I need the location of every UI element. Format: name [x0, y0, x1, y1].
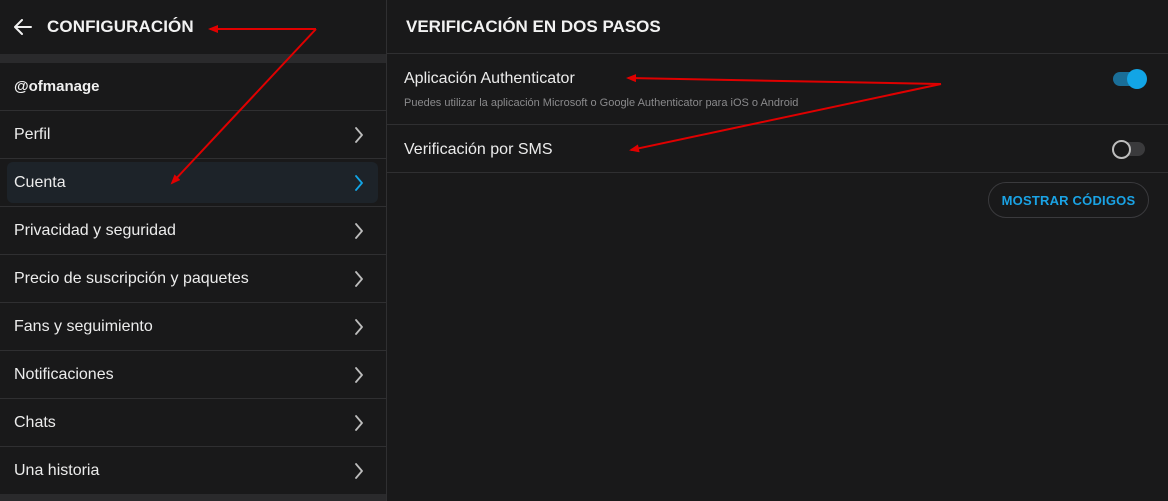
sidebar-item-privacidad[interactable]: Privacidad y seguridad	[0, 207, 386, 255]
username-label: @ofmanage	[0, 63, 386, 111]
sms-label: Verificación por SMS	[404, 141, 553, 158]
chevron-right-icon	[355, 318, 363, 335]
show-codes-button[interactable]: MOSTRAR CÓDIGOS	[988, 182, 1149, 218]
chevron-right-icon	[355, 414, 363, 431]
sidebar-item-label: Privacidad y seguridad	[14, 221, 176, 239]
sidebar-item-label: Precio de suscripción y paquetes	[14, 269, 249, 287]
page-title: CONFIGURACIÓN	[47, 17, 194, 36]
chevron-right-icon	[355, 174, 363, 191]
sidebar-item-label: Perfil	[14, 125, 51, 143]
arrow-left-icon	[14, 19, 32, 35]
chevron-right-icon	[355, 126, 363, 143]
sidebar-item-fans[interactable]: Fans y seguimiento	[0, 303, 386, 351]
toggle-knob	[1127, 69, 1147, 89]
two-step-panel: VERIFICACIÓN EN DOS PASOS Aplicación Aut…	[387, 0, 1168, 501]
divider	[0, 54, 386, 63]
section-title: VERIFICACIÓN EN DOS PASOS	[387, 0, 1168, 54]
authenticator-label: Aplicación Authenticator	[404, 70, 575, 87]
settings-app: CONFIGURACIÓN @ofmanage Perfil Cuenta Pr…	[0, 0, 1168, 501]
sms-toggle[interactable]	[1112, 139, 1145, 159]
sidebar-item-perfil[interactable]: Perfil	[0, 111, 386, 159]
sidebar-header: CONFIGURACIÓN	[0, 0, 386, 54]
sidebar-item-notificaciones[interactable]: Notificaciones	[0, 351, 386, 399]
chevron-right-icon	[355, 462, 363, 479]
back-button[interactable]	[13, 17, 33, 37]
sidebar-item-label: Chats	[14, 413, 56, 431]
chevron-right-icon	[355, 222, 363, 239]
toggle-knob	[1112, 139, 1131, 159]
authenticator-toggle[interactable]	[1113, 69, 1147, 89]
sidebar-item-historia[interactable]: Una historia	[0, 447, 386, 495]
sidebar-item-label: Cuenta	[14, 173, 66, 191]
sidebar-item-chats[interactable]: Chats	[0, 399, 386, 447]
sidebar-item-label: Notificaciones	[14, 365, 114, 383]
authenticator-row: Aplicación Authenticator Puedes utilizar…	[387, 54, 1168, 125]
chevron-right-icon	[355, 270, 363, 287]
settings-sidebar: CONFIGURACIÓN @ofmanage Perfil Cuenta Pr…	[0, 0, 387, 501]
sms-row: Verificación por SMS	[387, 125, 1168, 173]
sidebar-item-cuenta[interactable]: Cuenta	[0, 159, 386, 207]
divider	[0, 494, 386, 501]
sidebar-item-precio[interactable]: Precio de suscripción y paquetes	[0, 255, 386, 303]
authenticator-description: Puedes utilizar la aplicación Microsoft …	[404, 97, 799, 109]
sidebar-item-label: Fans y seguimiento	[14, 317, 153, 335]
sidebar-item-label: Una historia	[14, 461, 100, 479]
chevron-right-icon	[355, 366, 363, 383]
